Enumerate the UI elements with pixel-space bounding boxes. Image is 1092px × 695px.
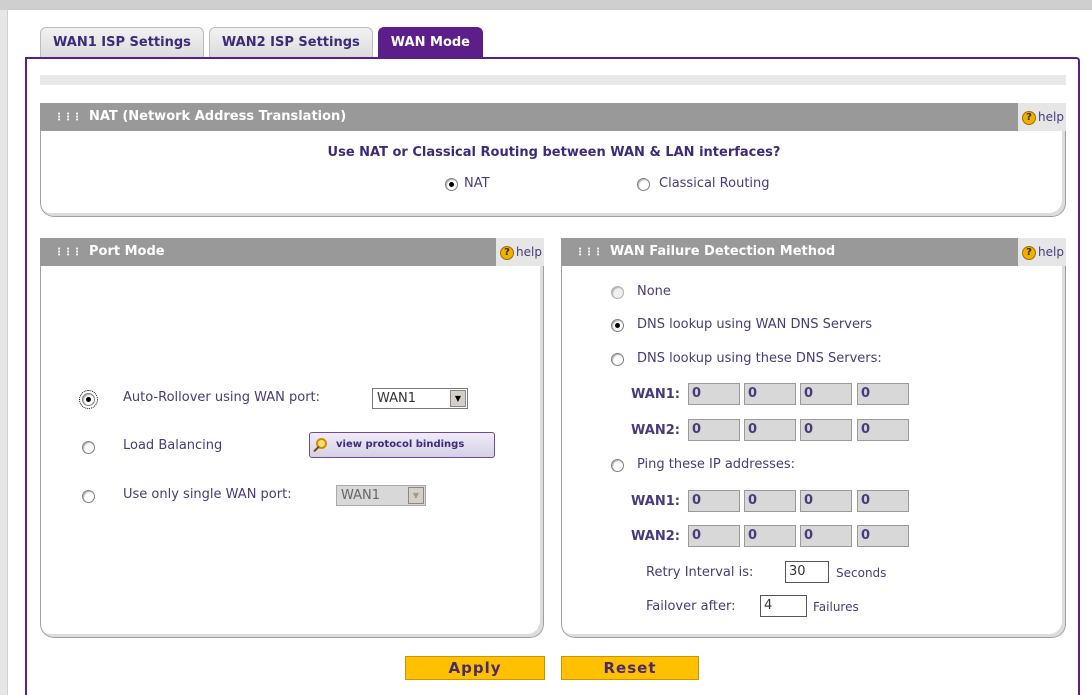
dns-wan1-octet-1[interactable]: 0 — [688, 383, 740, 405]
grip-icon: ⋮⋮⋮ — [54, 247, 82, 258]
ping-wan1-octet-4[interactable]: 0 — [857, 490, 909, 512]
ping-wan2-octet-4[interactable]: 0 — [857, 525, 909, 547]
single-wan-port-label: Use only single WAN port: — [123, 487, 292, 502]
retry-interval-label: Retry Interval is: — [646, 565, 754, 580]
nat-help-link[interactable]: ? help — [1018, 103, 1066, 131]
reset-button[interactable]: Reset — [561, 656, 699, 680]
dropdown-arrow-icon: ▼ — [450, 390, 466, 407]
top-border — [0, 0, 1092, 10]
ping-ip-label: Ping these IP addresses: — [637, 457, 796, 472]
dns-wan2-octet-4[interactable]: 0 — [857, 419, 909, 441]
ping-wan2-octet-2[interactable]: 0 — [744, 525, 796, 547]
ping-wan1-octet-1[interactable]: 0 — [688, 490, 740, 512]
dns-wan-servers-label: DNS lookup using WAN DNS Servers — [637, 317, 873, 332]
dns-wan2-octet-2[interactable]: 0 — [744, 419, 796, 441]
load-balancing-label: Load Balancing — [123, 438, 223, 453]
dns-wan1-octet-2[interactable]: 0 — [744, 383, 796, 405]
magnifier-icon — [316, 438, 327, 449]
ping-wan2-label: WAN2: — [631, 529, 680, 544]
ping-wan1-octet-2[interactable]: 0 — [744, 490, 796, 512]
single-wan-port-value: WAN1 — [341, 488, 381, 503]
dns-wan1-octet-3[interactable]: 0 — [800, 383, 852, 405]
dns-wan1-label: WAN1: — [631, 387, 680, 402]
failover-after-input[interactable]: 4 — [760, 595, 807, 617]
auto-rollover-label: Auto-Rollover using WAN port: — [123, 390, 321, 405]
classical-routing-radio[interactable] — [637, 178, 650, 191]
auto-rollover-radio[interactable] — [79, 390, 98, 409]
apply-button[interactable]: Apply — [405, 656, 545, 680]
help-icon: ? — [1022, 245, 1037, 260]
auto-rollover-wan-value: WAN1 — [377, 391, 417, 406]
help-label: help — [516, 245, 542, 259]
none-radio[interactable] — [611, 286, 624, 299]
grip-icon: ⋮⋮⋮ — [575, 247, 603, 258]
left-border — [0, 10, 8, 695]
dns-these-servers-radio[interactable] — [611, 353, 624, 366]
ping-wan1-label: WAN1: — [631, 494, 680, 509]
auto-rollover-wan-select[interactable]: WAN1 ▼ — [372, 388, 468, 409]
nat-radio-label: NAT — [464, 176, 490, 191]
ping-ip-radio[interactable] — [611, 459, 624, 472]
failover-after-label: Failover after: — [646, 599, 736, 614]
retry-interval-input[interactable]: 30 — [785, 561, 829, 583]
nat-panel: Use NAT or Classical Routing between WAN… — [40, 131, 1066, 217]
wan-failure-title: WAN Failure Detection Method — [610, 244, 836, 259]
divider-bar — [40, 75, 1066, 85]
dns-wan2-octet-1[interactable]: 0 — [688, 419, 740, 441]
tab-bar: WAN1 ISP Settings WAN2 ISP Settings WAN … — [40, 27, 483, 57]
tab-wan1-isp-settings[interactable]: WAN1 ISP Settings — [40, 27, 204, 57]
ping-wan2-octet-3[interactable]: 0 — [800, 525, 852, 547]
help-label: help — [1038, 110, 1064, 124]
dropdown-arrow-icon: ▼ — [408, 487, 424, 504]
nat-section-header: ⋮⋮⋮ NAT (Network Address Translation) ? he… — [40, 103, 1066, 131]
dns-wan2-label: WAN2: — [631, 423, 680, 438]
view-protocol-bindings-button[interactable]: view protocol bindings — [309, 432, 495, 458]
port-mode-section-header: ⋮⋮⋮ Port Mode ? help — [40, 238, 544, 266]
single-wan-port-select[interactable]: WAN1 ▼ — [336, 485, 426, 506]
single-wan-port-radio[interactable] — [82, 490, 95, 503]
grip-icon: ⋮⋮⋮ — [54, 112, 82, 123]
wan-failure-help-link[interactable]: ? help — [1018, 238, 1066, 266]
classical-routing-label: Classical Routing — [659, 176, 770, 191]
ping-wan1-octet-3[interactable]: 0 — [800, 490, 852, 512]
port-mode-help-link[interactable]: ? help — [496, 238, 544, 266]
dns-these-servers-label: DNS lookup using these DNS Servers: — [637, 351, 882, 366]
tab-wan2-isp-settings[interactable]: WAN2 ISP Settings — [208, 27, 373, 57]
nat-question: Use NAT or Classical Routing between WAN… — [327, 145, 781, 160]
retry-interval-unit: Seconds — [836, 566, 887, 580]
wan-failure-section-header: ⋮⋮⋮ WAN Failure Detection Method ? help — [561, 238, 1066, 266]
nat-section-title: NAT (Network Address Translation) — [89, 109, 347, 124]
load-balancing-radio[interactable] — [82, 441, 95, 454]
tab-wan-mode[interactable]: WAN Mode — [377, 27, 483, 57]
none-label: None — [637, 284, 671, 299]
help-label: help — [1038, 245, 1064, 259]
help-icon: ? — [1022, 110, 1037, 125]
dns-wan-servers-radio[interactable] — [611, 319, 624, 332]
dns-wan1-octet-4[interactable]: 0 — [857, 383, 909, 405]
ping-wan2-octet-1[interactable]: 0 — [688, 525, 740, 547]
view-protocol-bindings-label: view protocol bindings — [336, 439, 465, 450]
help-icon: ? — [500, 245, 515, 260]
port-mode-title: Port Mode — [89, 244, 165, 259]
nat-radio[interactable] — [445, 178, 458, 191]
dns-wan2-octet-3[interactable]: 0 — [800, 419, 852, 441]
failover-after-unit: Failures — [813, 600, 859, 614]
